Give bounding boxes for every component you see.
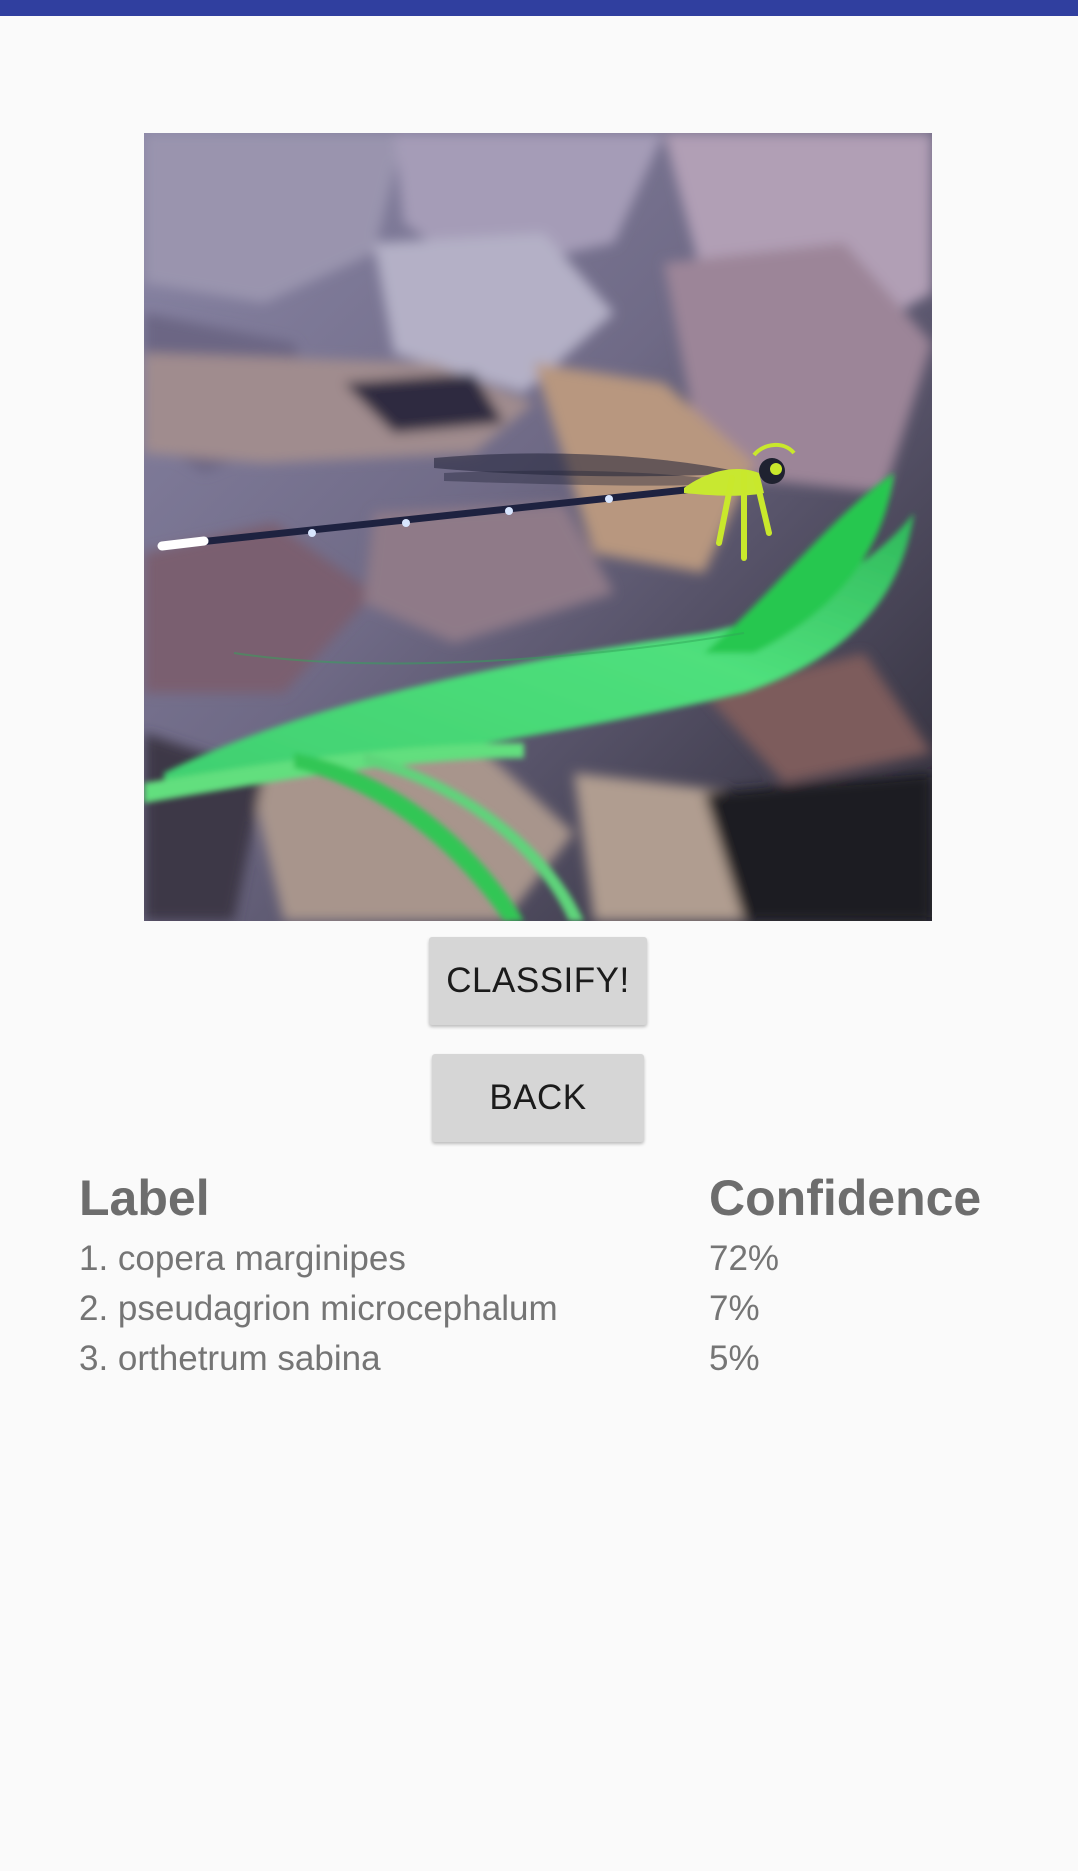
result-confidence: 72% (709, 1239, 780, 1278)
result-confidence: 5% (709, 1339, 760, 1378)
result-label: 1. copera marginipes (79, 1239, 406, 1278)
confidence-column-header: Confidence (709, 1170, 982, 1226)
result-label: 2. pseudagrion microcephalum (79, 1289, 558, 1328)
result-label: 3. orthetrum sabina (79, 1339, 381, 1378)
classify-button[interactable]: CLASSIFY! (429, 937, 647, 1025)
back-button[interactable]: BACK (432, 1054, 644, 1142)
result-row: 1. copera marginipes 72% (79, 1234, 1019, 1284)
label-column-header: Label (79, 1170, 210, 1226)
results-table: Label Confidence 1. copera marginipes 72… (79, 1162, 1019, 1384)
result-confidence: 7% (709, 1289, 760, 1328)
results-header-row: Label Confidence (79, 1162, 1019, 1234)
damselfly-photo (144, 133, 932, 921)
status-bar (0, 0, 1078, 16)
result-row: 3. orthetrum sabina 5% (79, 1334, 1019, 1384)
result-row: 2. pseudagrion microcephalum 7% (79, 1284, 1019, 1334)
